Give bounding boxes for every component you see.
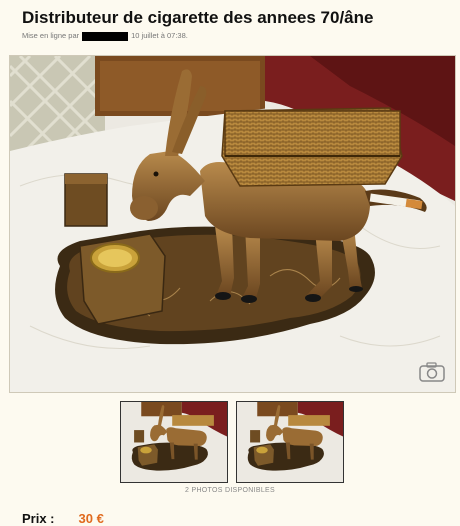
meta-date: 10 juillet à 07:38. (131, 31, 188, 40)
price-label: Prix : (22, 511, 55, 526)
price-row: Prix : 30 € (22, 511, 104, 526)
camera-icon (419, 362, 445, 382)
photo-thumbnail-1[interactable] (120, 401, 228, 483)
ad-title: Distributeur de cigarette des annees 70/… (22, 8, 374, 27)
photo-thumbnail-2[interactable] (236, 401, 344, 483)
ad-meta: Mise en ligne par 10 juillet à 07:38. (22, 31, 188, 41)
price-value: 30 € (78, 511, 104, 526)
thumbnail-image (237, 402, 343, 482)
meta-prefix: Mise en ligne par (22, 31, 80, 40)
main-photo[interactable] (9, 55, 456, 393)
donkey-dispenser-image (10, 56, 455, 392)
redacted-seller-name (82, 31, 129, 41)
thumbnail-image (121, 402, 227, 482)
photos-count-label: 2 PHOTOS DISPONIBLES (185, 487, 275, 494)
